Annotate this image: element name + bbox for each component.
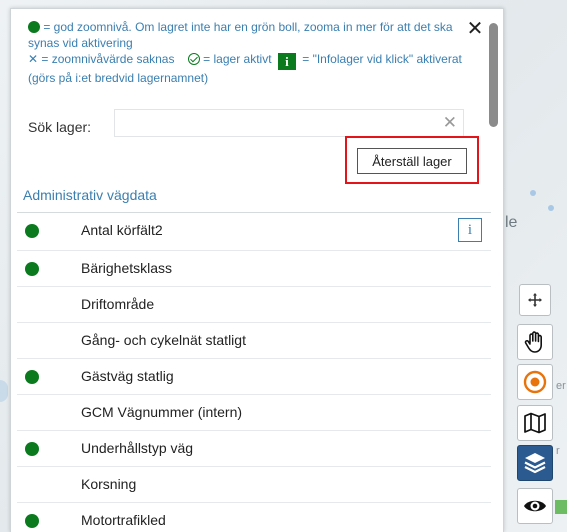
check-circle-icon: [187, 53, 200, 65]
help-line-good-zoom: = god zoomnivå. Om lagret inte har en gr…: [28, 20, 453, 50]
basemap-tool-button[interactable]: [517, 405, 553, 441]
layer-label: Driftområde: [81, 296, 155, 312]
layer-row[interactable]: Antal körfält2 i: [17, 213, 491, 251]
target-icon: [523, 370, 547, 394]
layer-label: Bärighetsklass: [81, 260, 173, 276]
location-tool-button[interactable]: [517, 364, 553, 400]
layer-list: Antal körfält2 i Bärighetsklass Driftomr…: [17, 213, 491, 532]
green-dot-icon: [25, 262, 39, 276]
map-feature: [0, 380, 8, 402]
visibility-tool-button[interactable]: [517, 488, 553, 524]
layer-label: Gästväg statlig: [81, 368, 174, 384]
help-text: = god zoomnivå. Om lagret inte har en gr…: [28, 19, 468, 86]
layer-row[interactable]: Underhållstyp väg: [17, 431, 491, 467]
layer-row[interactable]: Gästväg statlig: [17, 359, 491, 395]
layers-tool-button[interactable]: [517, 445, 553, 481]
layer-label: Antal körfält2: [81, 222, 163, 238]
scrollbar-thumb[interactable]: [489, 23, 498, 127]
layer-row[interactable]: Bärighetsklass: [17, 251, 491, 287]
green-dot-icon: [25, 514, 39, 528]
hand-pan-icon: [524, 331, 542, 353]
map-feature: [530, 190, 536, 196]
layer-label: Motortrafikled: [81, 512, 166, 528]
map-feature: [548, 205, 554, 211]
layer-label: GCM Vägnummer (intern): [81, 404, 243, 420]
layer-label: Korsning: [81, 476, 137, 492]
search-box: ✕: [114, 109, 464, 137]
map-feature: [555, 500, 567, 514]
layer-label: Underhållstyp väg: [81, 440, 194, 456]
move-tool-button[interactable]: [519, 284, 551, 316]
green-dot-icon: [28, 21, 40, 33]
map-icon: [524, 412, 546, 434]
section-title[interactable]: Administrativ vägdata: [23, 187, 157, 203]
green-dot-icon: [25, 442, 39, 456]
info-layer-icon: i: [277, 53, 296, 70]
map-label: le: [505, 214, 518, 231]
help-line-missing-zoom: = zoomnivåvärde saknas: [41, 52, 175, 66]
layer-label: Gång- och cykelnät statligt: [81, 332, 246, 348]
search-label: Sök lager:: [28, 119, 92, 135]
layer-row[interactable]: Korsning: [17, 467, 491, 503]
map-label: er: [556, 380, 566, 392]
pan-tool-button[interactable]: [517, 324, 553, 360]
clear-search-icon[interactable]: ✕: [443, 113, 457, 133]
eye-icon: [524, 500, 546, 512]
search-input[interactable]: [115, 110, 435, 136]
layer-row[interactable]: GCM Vägnummer (intern): [17, 395, 491, 431]
green-dot-icon: [25, 370, 39, 384]
map-label: r: [556, 445, 560, 457]
move-icon: [528, 293, 542, 307]
layers-icon: [524, 453, 546, 474]
close-button[interactable]: ✕: [465, 19, 485, 39]
layer-row[interactable]: Gång- och cykelnät statligt: [17, 323, 491, 359]
layer-row[interactable]: Motortrafikled: [17, 503, 491, 532]
info-toggle-button[interactable]: i: [458, 218, 482, 242]
layer-panel: = god zoomnivå. Om lagret inte har en gr…: [10, 8, 504, 532]
green-dot-icon: [25, 224, 39, 238]
layer-row[interactable]: Driftområde: [17, 287, 491, 323]
help-line-active-layer: = lager aktivt: [203, 52, 272, 66]
reset-layers-button[interactable]: Återställ lager: [357, 148, 467, 174]
x-icon: ✕: [28, 52, 39, 66]
